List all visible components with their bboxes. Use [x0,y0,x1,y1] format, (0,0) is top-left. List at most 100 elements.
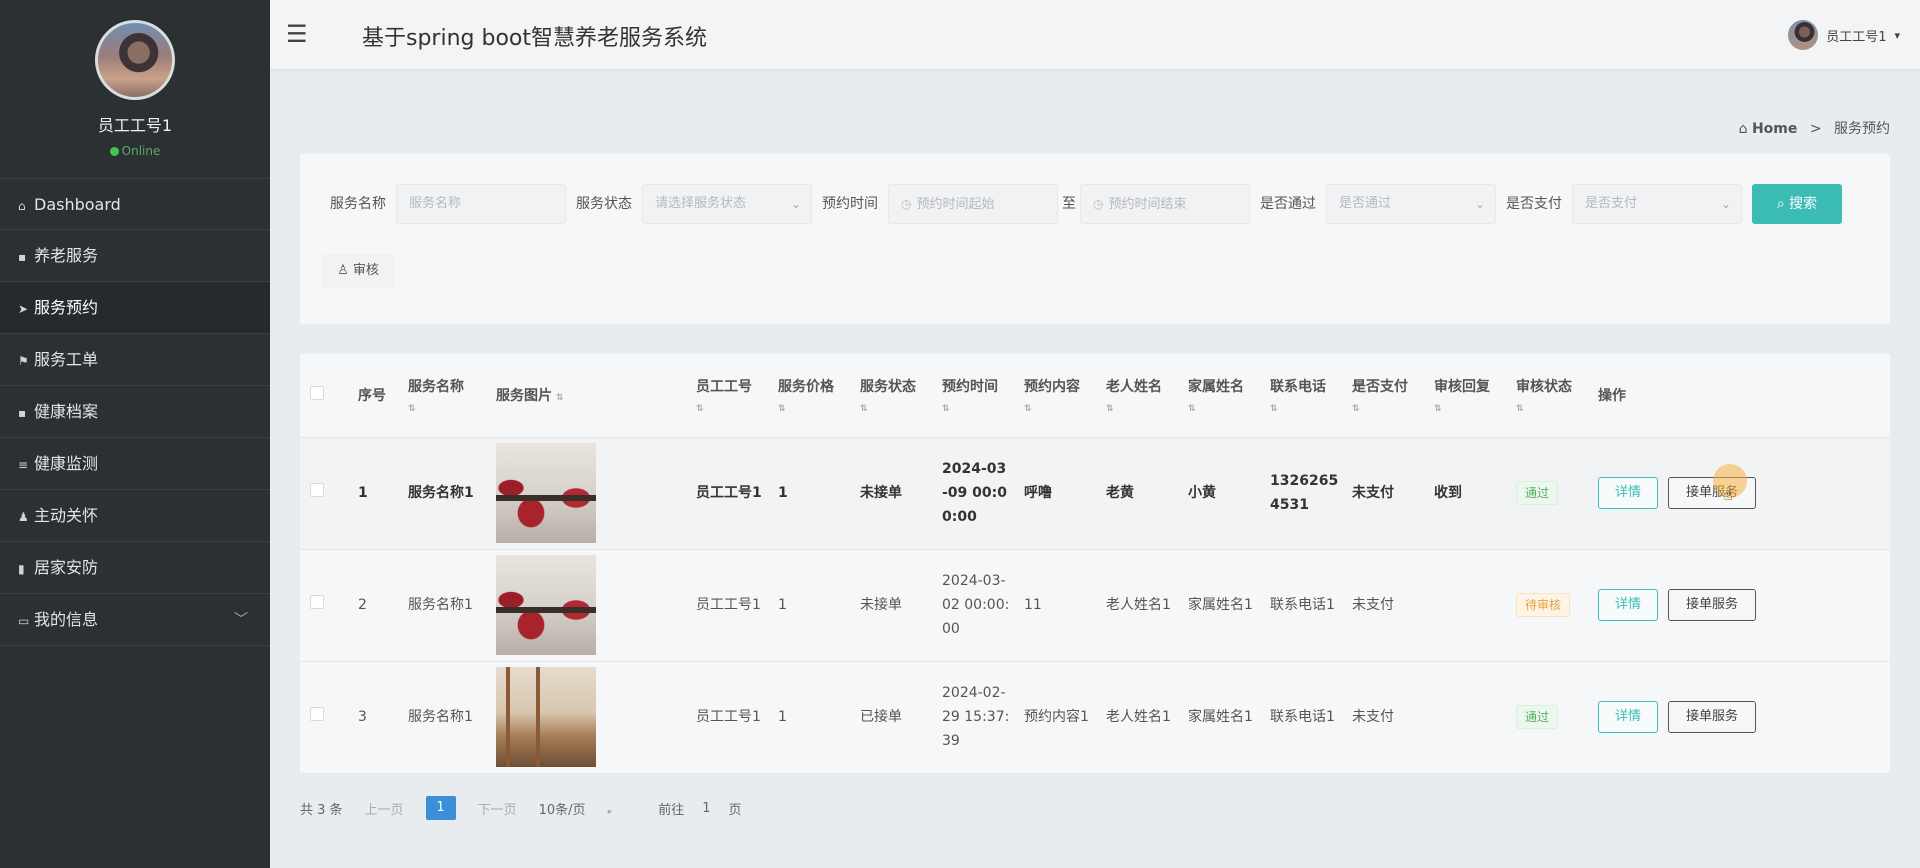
cell-booking-time: 2024-03-02 00:00:00 [936,549,1018,662]
sidebar-user-name: 员工工号1 [97,116,173,135]
header-service-name[interactable]: 服务名称 ⇅ [402,354,490,438]
row-checkbox[interactable] [310,595,324,609]
booking-time-end-input[interactable]: ◷ 预约时间结束 [1080,184,1250,224]
sidebar-item-home-security[interactable]: ▮ 居家安防 [0,542,270,594]
service-name-input[interactable]: 服务名称 [396,184,566,224]
header-label: 审核状态 [1516,379,1572,396]
service-status-label: 服务状态 [576,196,632,212]
avatar[interactable] [95,20,175,100]
service-name-label: 服务名称 [330,196,386,212]
header-staff-no[interactable]: 员工工号 ⇅ [690,354,772,438]
detail-button[interactable]: 详情 [1598,477,1658,509]
select-all-checkbox[interactable] [310,386,324,401]
cell-actions: 详情 接单服务 [1592,549,1890,662]
cell-booking-time: 2024-03-09 00:00:00 [936,437,1018,550]
header-price[interactable]: 服务价格 ⇅ [772,354,854,438]
sidebar-item-elderly-service[interactable]: ▪ 养老服务 [0,230,270,282]
page-size-select[interactable]: 10条/页 ▸ [539,799,613,818]
approved-select[interactable]: 是否通过 ⌄ [1326,184,1496,224]
cell-elder-name: 老人姓名1 [1100,661,1182,774]
page-number-current[interactable]: 1 [425,796,456,820]
sort-icon[interactable]: ⇅ [1352,404,1422,414]
accept-service-button[interactable]: 接单服务 [1668,589,1756,621]
status-badge: 通过 [1516,705,1559,729]
cell-paid: 未支付 [1346,661,1428,774]
sort-icon[interactable]: ⇅ [556,393,564,403]
cell-phone: 联系电话1 [1264,661,1346,774]
cell-reply [1428,661,1510,774]
header-reply[interactable]: 审核回复 ⇅ [1428,354,1510,438]
table-row: 1 服务名称1 员工工号1 1 未接单 2024-03-09 00:00:00 … [300,437,1890,550]
detail-button[interactable]: 详情 [1598,589,1658,621]
goto-page-input[interactable]: 1 [702,801,710,816]
service-image[interactable] [496,667,596,767]
status-badge: 待审核 [1516,593,1571,617]
accept-service-button[interactable]: 接单服务 ☝ [1668,464,1756,509]
clock-icon: ◷ [1093,197,1104,211]
search-button[interactable]: ⌕ 搜索 [1752,184,1842,224]
header-paid[interactable]: 是否支付 ⇅ [1346,354,1428,438]
header-content[interactable]: 预约内容 ⇅ [1018,354,1100,438]
service-status-select[interactable]: 请选择服务状态 ⌄ [642,184,812,224]
sort-icon[interactable]: ⇅ [408,404,484,414]
paid-label: 是否支付 [1506,196,1562,212]
sort-icon[interactable]: ⇅ [1188,404,1258,414]
paid-select[interactable]: 是否支付 ⌄ [1572,184,1742,224]
cell-service-image [490,549,690,662]
sidebar-item-label: 健康档案 [34,402,99,421]
header-user-menu[interactable]: 员工工号1 ▾ [1788,20,1900,50]
sort-icon[interactable]: ⇅ [696,404,766,414]
sidebar-item-dashboard[interactable]: ⌂ Dashboard [0,178,270,230]
sidebar-item-label: 健康监测 [34,454,99,473]
breadcrumb-home[interactable]: Home [1752,121,1797,137]
header-status[interactable]: 服务状态 ⇅ [854,354,936,438]
sidebar-item-health-monitor[interactable]: ≡ 健康监测 [0,438,270,490]
header-elder-name[interactable]: 老人姓名 ⇅ [1100,354,1182,438]
cell-actions: 详情 接单服务 ☝ [1592,437,1890,550]
header-label: 员工工号 [696,379,752,396]
header-service-image[interactable]: 服务图片 ⇅ [490,354,690,438]
sidebar-item-label: Dashboard [34,195,121,214]
cell-staff-no: 员工工号1 [690,437,772,550]
accept-service-button[interactable]: 接单服务 [1668,701,1756,733]
sort-icon[interactable]: ⇅ [1434,404,1504,414]
breadcrumb-separator: > [1809,121,1822,137]
home-icon: ⌂ [18,199,26,213]
header-index: 序号 [352,354,402,438]
chevron-down-icon: ▸ [607,806,613,817]
sort-icon[interactable]: ⇅ [942,404,1012,414]
header-booking-time[interactable]: 预约时间 ⇅ [936,354,1018,438]
cell-audit-status: 待审核 [1510,549,1592,662]
header-family-name[interactable]: 家属姓名 ⇅ [1182,354,1264,438]
audit-button[interactable]: ♙ 审核 [322,254,394,288]
sort-icon[interactable]: ⇅ [1106,404,1176,414]
service-image[interactable] [496,443,596,543]
header-audit-status[interactable]: 审核状态 ⇅ [1510,354,1592,438]
sidebar-item-label: 服务工单 [34,350,99,369]
cell-status: 已接单 [854,661,936,774]
prev-page-button[interactable]: 上一页 [365,799,404,818]
sidebar-item-health-record[interactable]: ▪ 健康档案 [0,386,270,438]
menu-toggle-icon[interactable]: ☰ [286,22,308,46]
row-select [300,661,352,774]
sidebar-item-active-care[interactable]: ♟ 主动关怀 [0,490,270,542]
sidebar-item-work-order[interactable]: ⚑ 服务工单 [0,334,270,386]
sort-icon[interactable]: ⇅ [860,404,930,414]
paid-placeholder: 是否支付 [1585,196,1638,211]
detail-button[interactable]: 详情 [1598,701,1658,733]
sort-icon[interactable]: ⇅ [1024,404,1094,414]
row-checkbox[interactable] [310,707,324,721]
service-image[interactable] [496,555,596,655]
booking-time-start-input[interactable]: ◷ 预约时间起始 [888,184,1058,224]
sort-icon[interactable]: ⇅ [1270,404,1340,414]
cell-index: 1 [352,437,402,550]
sidebar-item-my-info[interactable]: ▭ 我的信息 ﹀ [0,594,270,646]
sort-icon[interactable]: ⇅ [1516,404,1586,414]
row-checkbox[interactable] [310,483,324,497]
sort-icon[interactable]: ⇅ [778,404,848,414]
cell-audit-status: 通过 [1510,437,1592,550]
sidebar-item-service-booking[interactable]: ➤ 服务预约 [0,282,270,334]
next-page-button[interactable]: 下一页 [478,799,517,818]
cell-elder-name: 老黄 [1100,437,1182,550]
header-phone[interactable]: 联系电话 ⇅ [1264,354,1346,438]
